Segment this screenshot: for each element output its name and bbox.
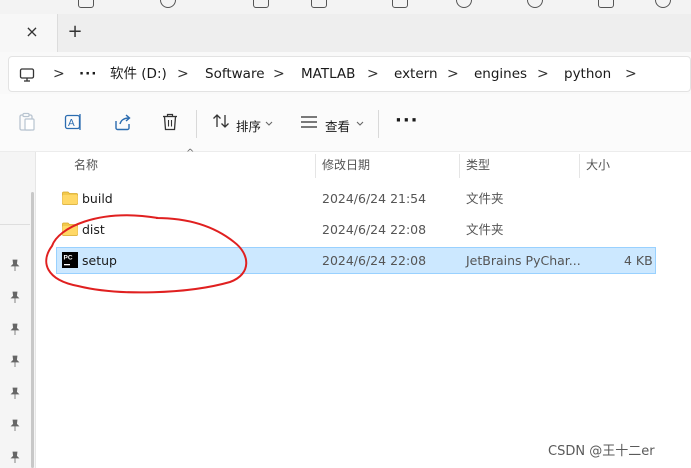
chevron-down-icon[interactable] — [265, 121, 273, 127]
globe-icon — [655, 0, 671, 8]
file-modified: 2024/6/24 22:08 — [322, 253, 427, 268]
paste-button[interactable] — [18, 112, 36, 136]
pycharm-file-icon: PC — [62, 252, 78, 268]
clipboard-icon — [19, 112, 35, 131]
svg-text:PC: PC — [64, 255, 73, 262]
column-divider[interactable] — [315, 154, 316, 178]
delete-button[interactable] — [161, 112, 179, 136]
svg-text:A: A — [68, 118, 75, 129]
file-type: 文件夹 — [466, 191, 504, 206]
recent-icon — [527, 0, 543, 8]
folder-icon — [62, 222, 78, 236]
view-list-icon — [301, 116, 317, 128]
toolbar-divider — [196, 110, 197, 138]
breadcrumb-overflow[interactable]: ··· — [79, 57, 97, 91]
pin-icon[interactable] — [8, 354, 22, 368]
breadcrumb-software[interactable]: Software — [205, 57, 265, 91]
sort-label[interactable]: 排序 — [236, 116, 261, 135]
breadcrumb-separator[interactable]: > — [273, 57, 285, 91]
new-tab-button[interactable]: + — [65, 22, 85, 42]
file-type: 文件夹 — [466, 222, 504, 237]
file-size: 4 KB — [624, 253, 653, 268]
sort-button[interactable] — [212, 112, 230, 136]
breadcrumb-matlab[interactable]: MATLAB — [301, 57, 355, 91]
breadcrumb-separator[interactable]: > — [447, 57, 459, 91]
column-divider[interactable] — [459, 154, 460, 178]
sort-ascending-icon: ^ — [186, 148, 195, 159]
folder-icon — [392, 0, 408, 8]
pin-icon[interactable] — [8, 290, 22, 304]
breadcrumb-separator[interactable]: > — [367, 57, 379, 91]
file-name: dist — [82, 222, 105, 237]
chevron-down-icon[interactable] — [356, 121, 364, 127]
tab-current[interactable]: × — [0, 14, 58, 52]
folder-icon — [62, 191, 78, 205]
breadcrumb-python[interactable]: python — [564, 57, 611, 91]
file-modified: 2024/6/24 22:08 — [322, 222, 427, 237]
nav-divider — [0, 224, 30, 225]
pin-icon[interactable] — [8, 386, 22, 400]
address-bar-area: > ··· 软件 (D:) > Software > MATLAB > exte… — [0, 52, 691, 94]
column-header-name[interactable]: 名称 — [74, 152, 98, 178]
pin-icon[interactable] — [8, 322, 22, 336]
breadcrumb-separator[interactable]: > — [53, 57, 65, 91]
group-icon — [160, 0, 176, 8]
top-icon-strip — [0, 0, 691, 14]
toolbar-divider — [378, 110, 379, 138]
file-row-dist[interactable]: dist 2024/6/24 22:08 文件夹 — [56, 216, 656, 243]
sort-icon — [213, 114, 229, 128]
more-options-button[interactable]: ··· — [395, 110, 419, 131]
view-label[interactable]: 查看 — [325, 116, 350, 135]
view-button[interactable] — [300, 115, 318, 139]
file-row-build[interactable]: build 2024/6/24 21:54 文件夹 — [56, 185, 656, 212]
watermark: CSDN @王十二er — [548, 444, 655, 459]
column-header-type[interactable]: 类型 — [466, 152, 490, 178]
doc-icon — [78, 0, 94, 8]
computer-icon[interactable] — [19, 67, 35, 83]
column-header-modified[interactable]: 修改日期 — [322, 152, 370, 178]
column-divider[interactable] — [579, 154, 580, 178]
rename-button[interactable]: A — [64, 112, 84, 136]
breadcrumb-separator[interactable]: > — [537, 57, 549, 91]
pin-icon[interactable] — [8, 418, 22, 432]
share-button[interactable] — [113, 112, 133, 136]
file-name: build — [82, 191, 113, 206]
rename-icon: A — [64, 114, 81, 130]
file-modified: 2024/6/24 21:54 — [322, 191, 427, 206]
command-bar: A 排序 查看 ··· — [0, 94, 691, 152]
file-name: setup — [82, 253, 117, 268]
trash-icon — [163, 113, 177, 131]
breadcrumb-extern[interactable]: extern — [394, 57, 438, 91]
pin-icon[interactable] — [8, 450, 22, 464]
share-icon — [115, 114, 131, 131]
column-header-size[interactable]: 大小 — [586, 152, 610, 178]
share-icon — [598, 0, 614, 8]
breadcrumb-engines[interactable]: engines — [474, 57, 527, 91]
pin-icon[interactable] — [8, 258, 22, 272]
video-icon — [311, 0, 327, 8]
breadcrumb-drive[interactable]: 软件 (D:) — [110, 57, 167, 91]
image-icon — [253, 0, 269, 8]
file-type: JetBrains PyChar... — [466, 253, 581, 268]
nav-scrollbar[interactable] — [31, 192, 34, 468]
file-row-setup[interactable]: PC setup 2024/6/24 22:08 JetBrains PyCha… — [56, 247, 656, 274]
close-tab-button[interactable]: × — [22, 22, 42, 42]
link-icon — [456, 0, 472, 8]
breadcrumb-separator[interactable]: > — [625, 57, 637, 91]
address-bar[interactable]: > ··· 软件 (D:) > Software > MATLAB > exte… — [8, 56, 691, 92]
breadcrumb-separator[interactable]: > — [177, 57, 189, 91]
tab-bar: × + — [0, 14, 691, 52]
